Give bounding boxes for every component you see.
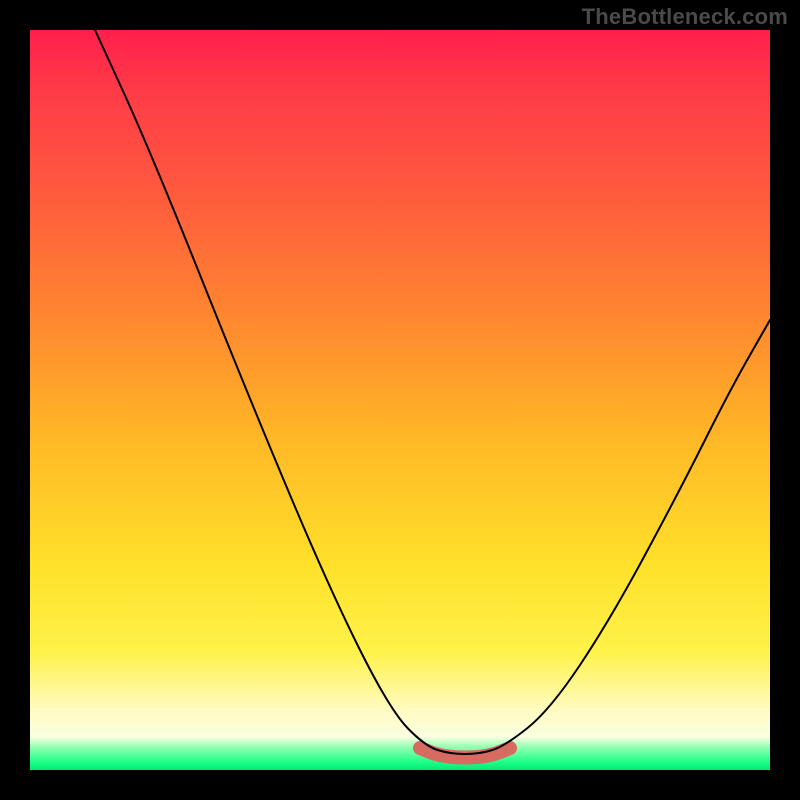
chart-stage: TheBottleneck.com <box>0 0 800 800</box>
watermark-text: TheBottleneck.com <box>582 4 788 30</box>
curve-svg <box>30 30 770 770</box>
plot-area <box>30 30 770 770</box>
bottleneck-curve <box>95 30 770 754</box>
